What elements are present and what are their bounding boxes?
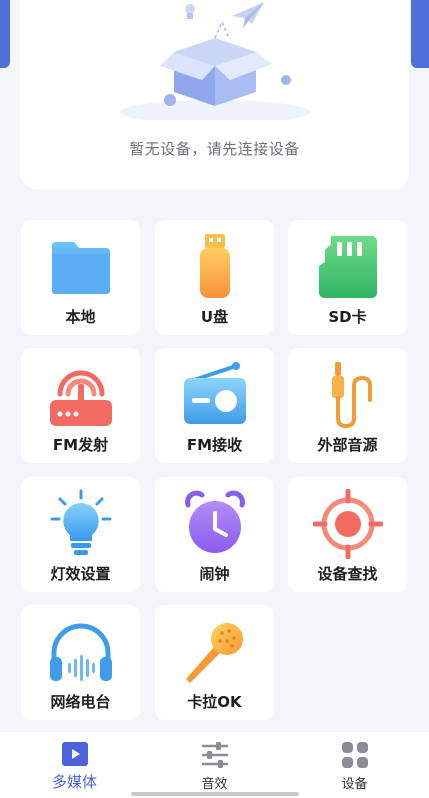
tile-label: 网络电台 [50, 693, 111, 711]
tile-fm-receive[interactable]: FM接收 [155, 348, 274, 463]
folder-icon [51, 242, 110, 294]
tile-karaoke[interactable]: 卡拉OK [155, 605, 274, 720]
bottom-tab-bar: 多媒体 音效 设备 [0, 732, 429, 798]
tile-lighting[interactable]: 灯效设置 [21, 477, 140, 592]
tile-label: 卡拉OK [187, 693, 242, 711]
tile-find-device[interactable]: 设备查找 [288, 477, 407, 592]
audio-cable-icon [331, 362, 372, 429]
tab-label: 音效 [201, 777, 228, 792]
tile-label: 本地 [65, 308, 96, 326]
grid-apps-icon [341, 742, 368, 768]
tab-multimedia[interactable]: 多媒体 [3, 732, 146, 798]
microphone-icon [185, 623, 243, 683]
tile-label: 设备查找 [317, 565, 378, 583]
tile-label: 闹钟 [199, 565, 230, 583]
sd-card-icon [318, 236, 377, 298]
router-antenna-icon [49, 370, 112, 426]
tile-label: FM发射 [52, 436, 109, 454]
tab-sound-effects[interactable]: 音效 [143, 732, 286, 798]
target-icon [312, 489, 383, 559]
home-indicator [131, 792, 299, 796]
tile-label: 外部音源 [317, 436, 378, 454]
device-empty-panel: 暂无设备，请先连接设备 [20, 0, 409, 189]
equalizer-sliders-icon [201, 742, 228, 768]
tile-fm-transmit[interactable]: FM发射 [21, 348, 140, 463]
tile-label: FM接收 [186, 436, 243, 454]
header-accent-left [0, 0, 10, 68]
tab-devices[interactable]: 设备 [283, 732, 426, 798]
tile-label: 灯效设置 [50, 565, 111, 583]
empty-device-text: 暂无设备，请先连接设备 [129, 140, 300, 158]
tile-sd-card[interactable]: SD卡 [288, 220, 407, 335]
tile-local[interactable]: 本地 [21, 220, 140, 335]
empty-box-illustration-icon [120, 2, 310, 120]
headphones-icon [49, 623, 112, 681]
tile-net-radio[interactable]: 网络电台 [21, 605, 140, 720]
play-square-icon [61, 742, 88, 766]
alarm-clock-icon [184, 490, 245, 553]
tile-label: SD卡 [328, 308, 367, 326]
radio-icon [183, 362, 246, 424]
usb-drive-icon [199, 234, 230, 298]
tile-usb[interactable]: U盘 [155, 220, 274, 335]
light-bulb-icon [50, 489, 111, 555]
header-accent-right [411, 0, 429, 68]
tab-label: 多媒体 [51, 773, 97, 791]
tile-label: U盘 [200, 308, 229, 326]
tile-external-audio[interactable]: 外部音源 [288, 348, 407, 463]
tile-alarm[interactable]: 闹钟 [155, 477, 274, 592]
tab-label: 设备 [341, 777, 368, 792]
